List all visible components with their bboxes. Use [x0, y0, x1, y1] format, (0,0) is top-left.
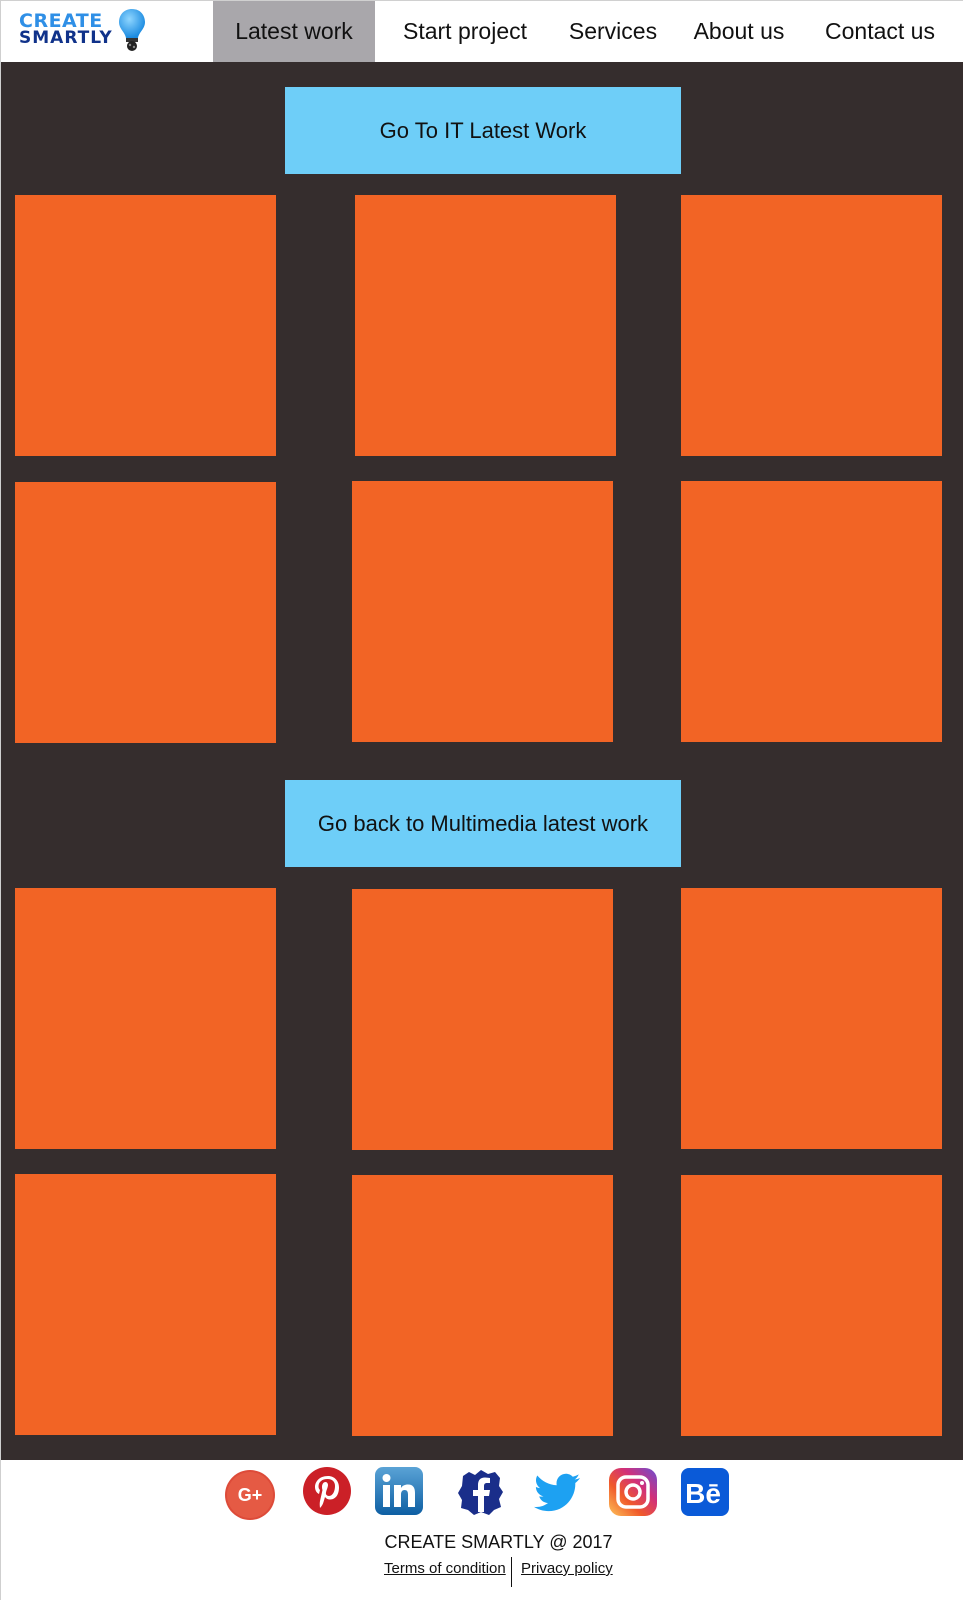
site-header: CREATE SMARTLY Latest work Start project… — [1, 0, 963, 62]
work-tile[interactable] — [15, 1174, 276, 1435]
behance-icon[interactable]: Bē — [679, 1466, 731, 1518]
nav-services[interactable]: Services — [557, 1, 669, 62]
footer-divider — [511, 1557, 512, 1587]
terms-of-condition-link[interactable]: Terms of condition — [384, 1560, 506, 1577]
logo[interactable]: CREATE SMARTLY — [19, 9, 149, 55]
site-footer: G+ — [1, 1460, 963, 1600]
work-tile[interactable] — [681, 1175, 942, 1436]
work-tile[interactable] — [681, 481, 942, 742]
svg-text:Bē: Bē — [685, 1478, 721, 1509]
linkedin-icon[interactable] — [373, 1465, 425, 1517]
nav-contact-us[interactable]: Contact us — [815, 1, 945, 62]
go-back-to-multimedia-button[interactable]: Go back to Multimedia latest work — [285, 780, 681, 867]
work-tile[interactable] — [352, 889, 613, 1150]
work-tile[interactable] — [352, 481, 613, 742]
work-tile[interactable] — [352, 1175, 613, 1436]
work-tile[interactable] — [355, 195, 616, 456]
twitter-icon[interactable] — [532, 1467, 584, 1519]
work-tile[interactable] — [15, 482, 276, 743]
go-to-it-latest-work-button[interactable]: Go To IT Latest Work — [285, 87, 681, 174]
work-tile[interactable] — [681, 195, 942, 456]
privacy-policy-link[interactable]: Privacy policy — [521, 1560, 613, 1577]
logo-text-line2: SMARTLY — [19, 30, 113, 47]
svg-text:G+: G+ — [238, 1485, 263, 1505]
work-tile[interactable] — [15, 195, 276, 456]
facebook-icon[interactable] — [455, 1466, 507, 1518]
main-content: Go To IT Latest Work Go back to Multimed… — [1, 62, 963, 1460]
work-tile[interactable] — [681, 888, 942, 1149]
lightbulb-icon — [117, 7, 147, 53]
copyright-text: CREATE SMARTLY @ 2017 — [1, 1532, 963, 1553]
page: CREATE SMARTLY Latest work Start project… — [0, 0, 963, 1600]
work-tile[interactable] — [15, 888, 276, 1149]
logo-wordmark: CREATE SMARTLY — [19, 13, 113, 47]
instagram-icon[interactable] — [607, 1466, 659, 1518]
nav-about-us[interactable]: About us — [687, 1, 791, 62]
nav-latest-work[interactable]: Latest work — [213, 1, 375, 62]
pinterest-icon[interactable] — [301, 1465, 353, 1517]
nav-start-project[interactable]: Start project — [393, 1, 537, 62]
google-plus-icon[interactable]: G+ — [224, 1469, 276, 1521]
